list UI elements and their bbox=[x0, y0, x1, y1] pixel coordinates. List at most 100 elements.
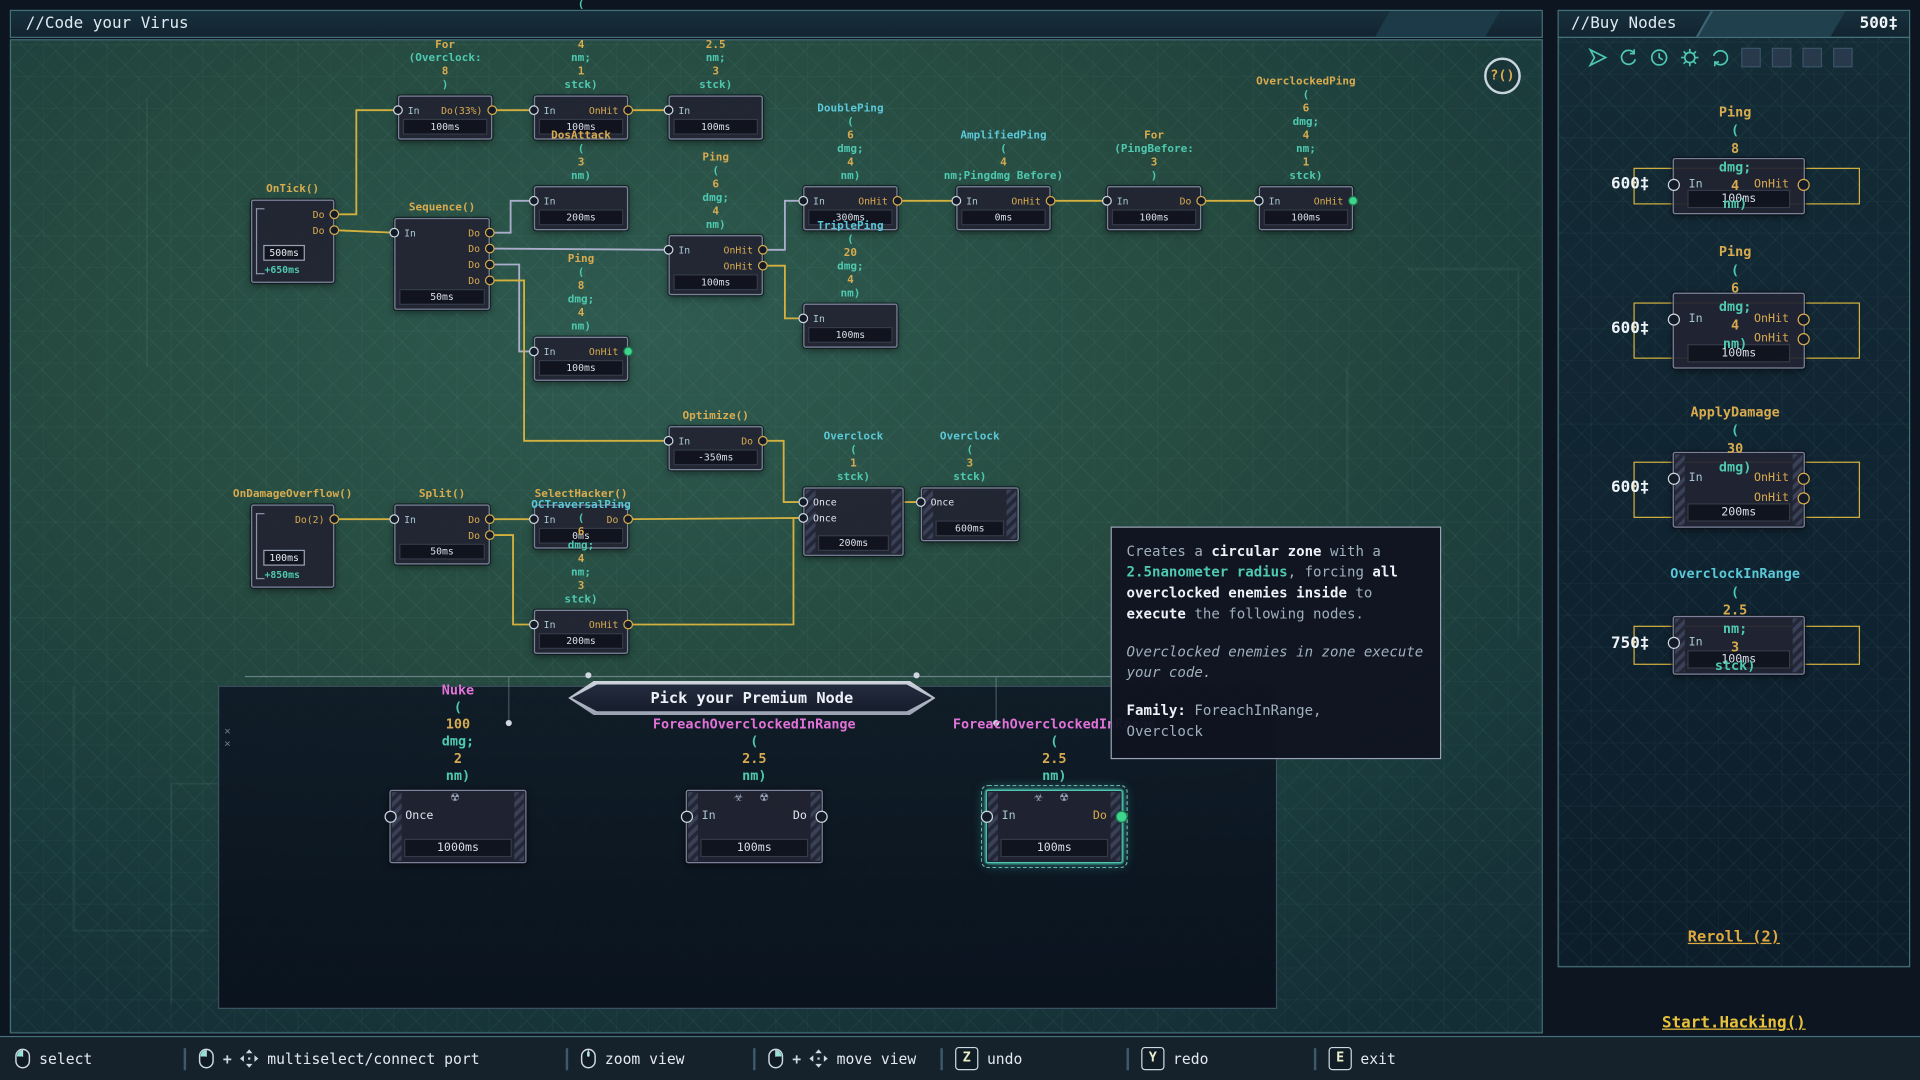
out-port[interactable] bbox=[623, 105, 633, 115]
in-port[interactable] bbox=[389, 228, 399, 238]
out-port[interactable] bbox=[487, 105, 497, 115]
in-port[interactable] bbox=[916, 497, 926, 507]
in-port[interactable] bbox=[981, 810, 993, 822]
node-overclock-3[interactable]: Overclock(3stck)Once600ms bbox=[921, 487, 1019, 541]
out-port[interactable] bbox=[893, 196, 903, 206]
virus-icon[interactable] bbox=[1680, 48, 1700, 68]
out-port[interactable] bbox=[485, 514, 495, 524]
node-dosattack[interactable]: DosAttack(3nm)In200ms bbox=[534, 186, 628, 230]
hotbar-separator bbox=[1127, 1048, 1129, 1070]
port-label: In bbox=[678, 103, 690, 119]
in-port[interactable] bbox=[529, 196, 539, 206]
port-row: Do bbox=[396, 528, 489, 544]
node-optimize[interactable]: Optimize()InDo-350ms bbox=[669, 426, 763, 470]
out-port[interactable] bbox=[485, 260, 495, 270]
out-port[interactable] bbox=[485, 228, 495, 238]
node-ping-8[interactable]: Ping(8dmg;4nm)InOnHit100ms bbox=[534, 337, 628, 381]
start-hacking-link[interactable]: Start.Hacking() bbox=[1558, 1014, 1911, 1032]
port-label: Do bbox=[1180, 193, 1192, 209]
port-row: Once bbox=[391, 807, 526, 827]
node-params: (2.5nm) bbox=[653, 733, 856, 784]
in-port[interactable] bbox=[664, 105, 674, 115]
node-amplifiedping[interactable]: AmplifiedPing(4nm;Pingdmg Before)InOnHit… bbox=[956, 186, 1050, 230]
node-title: Ping(6dmg;4nm) bbox=[702, 152, 729, 233]
in-port[interactable] bbox=[393, 105, 403, 115]
node-title: Nuke(100dmg;2nm) bbox=[442, 682, 474, 785]
in-port[interactable] bbox=[798, 313, 808, 323]
node-tripleping[interactable]: TriplePing(20dmg;4nm)In100ms bbox=[803, 304, 897, 348]
in-port[interactable] bbox=[681, 810, 693, 822]
port-row: InOnHit bbox=[1260, 193, 1352, 209]
tooltip-text: , forcing bbox=[1288, 563, 1373, 580]
refresh-icon[interactable] bbox=[1619, 48, 1639, 68]
node-nuke[interactable]: Nuke(100dmg;2nm)☢Once1000ms bbox=[389, 790, 526, 863]
port-row: InDo bbox=[396, 512, 489, 528]
out-port[interactable] bbox=[485, 244, 495, 254]
reroll-link[interactable]: Reroll (2) bbox=[1559, 927, 1909, 945]
port-label: In bbox=[813, 193, 825, 209]
out-port[interactable] bbox=[485, 530, 495, 540]
node-ping-6[interactable]: Ping(6dmg;4nm)InOnHitOnHit100ms bbox=[669, 235, 763, 295]
node-overclock-1[interactable]: Overclock(1stck)OnceOnce200ms bbox=[803, 487, 903, 556]
in-port[interactable] bbox=[389, 514, 399, 524]
out-port[interactable] bbox=[329, 225, 339, 235]
node-params: (Overclock:8) bbox=[409, 53, 482, 93]
out-port[interactable] bbox=[758, 261, 768, 271]
header-decoration bbox=[1374, 10, 1502, 38]
node-split[interactable]: Split()InDoDo50ms bbox=[394, 504, 490, 564]
out-port[interactable] bbox=[816, 810, 828, 822]
in-port[interactable] bbox=[664, 436, 674, 446]
out-port[interactable] bbox=[485, 276, 495, 286]
node-sequence[interactable]: Sequence()InDoDoDoDo50ms bbox=[394, 218, 490, 310]
in-port[interactable] bbox=[384, 810, 396, 822]
out-port[interactable] bbox=[623, 347, 633, 357]
out-port[interactable] bbox=[1046, 196, 1056, 206]
node-overclockinrange[interactable]: OverclockInRange(2.5nm;3stck)In100ms bbox=[669, 96, 763, 140]
out-port[interactable] bbox=[1116, 810, 1128, 822]
node-ondamageoverflow[interactable]: OnDamageOverflow()Do(2)100ms+850ms bbox=[251, 504, 334, 587]
node-foreach-overclocked-2[interactable]: ForeachOverclockedInRange(2.5nm)☣ ☢InDo1… bbox=[986, 790, 1123, 863]
in-port[interactable] bbox=[798, 513, 808, 523]
duration-label: 100ms bbox=[403, 119, 487, 135]
help-button[interactable]: ?() bbox=[1484, 58, 1521, 95]
rotate-icon[interactable] bbox=[1711, 48, 1731, 68]
node-for-overclock[interactable]: For(Overclock:8)InDo(33%)100ms bbox=[398, 96, 492, 140]
in-port[interactable] bbox=[798, 497, 808, 507]
port-label: OnHit bbox=[589, 617, 619, 633]
out-port[interactable] bbox=[758, 245, 768, 255]
in-port[interactable] bbox=[664, 245, 674, 255]
out-port[interactable] bbox=[329, 514, 339, 524]
node-name: ForeachOverclockedInRange bbox=[653, 716, 856, 733]
node-for-pingbefore[interactable]: For(PingBefore:3)InDo100ms bbox=[1107, 186, 1201, 230]
out-port[interactable] bbox=[1798, 492, 1810, 504]
port-row: InOnHit bbox=[670, 242, 762, 258]
in-port[interactable] bbox=[798, 196, 808, 206]
out-port[interactable] bbox=[1196, 196, 1206, 206]
port-rows: InDoDoDoDo bbox=[396, 225, 489, 289]
in-port[interactable] bbox=[951, 196, 961, 206]
base-duration-chip: 500ms bbox=[263, 245, 305, 261]
in-port[interactable] bbox=[529, 620, 539, 630]
in-port[interactable] bbox=[1254, 196, 1264, 206]
node-octraversalping[interactable]: OCTraversalPing(6dmg;4nm;3stck)InOnHit20… bbox=[534, 610, 628, 654]
node-ontick[interactable]: OnTick()DoDo500ms+650ms bbox=[251, 200, 334, 283]
port-rows: InOnHitOnHit bbox=[670, 242, 762, 274]
clock-icon[interactable] bbox=[1649, 48, 1669, 68]
in-port[interactable] bbox=[1102, 196, 1112, 206]
node-overclockedping-2[interactable]: OverclockedPing(6dmg;4nm;1stck)InOnHit10… bbox=[1259, 186, 1353, 230]
duration-label: 0ms bbox=[961, 209, 1045, 225]
port-row: InDo(33%) bbox=[399, 103, 491, 119]
header-decoration bbox=[1694, 10, 1846, 38]
node-name: Optimize() bbox=[683, 410, 749, 423]
out-port[interactable] bbox=[623, 620, 633, 630]
port-row: Do bbox=[396, 273, 489, 289]
plane-icon[interactable] bbox=[1588, 48, 1608, 68]
in-port[interactable] bbox=[529, 105, 539, 115]
node-foreach-overclocked-1[interactable]: ForeachOverclockedInRange(2.5nm)☣ ☢InDo1… bbox=[686, 790, 823, 863]
out-port[interactable] bbox=[758, 436, 768, 446]
out-port[interactable] bbox=[329, 209, 339, 219]
code-panel-header: //Code your Virus bbox=[10, 10, 1543, 38]
in-port[interactable] bbox=[529, 347, 539, 357]
out-port[interactable] bbox=[1348, 196, 1358, 206]
port-row: Do bbox=[252, 207, 333, 223]
